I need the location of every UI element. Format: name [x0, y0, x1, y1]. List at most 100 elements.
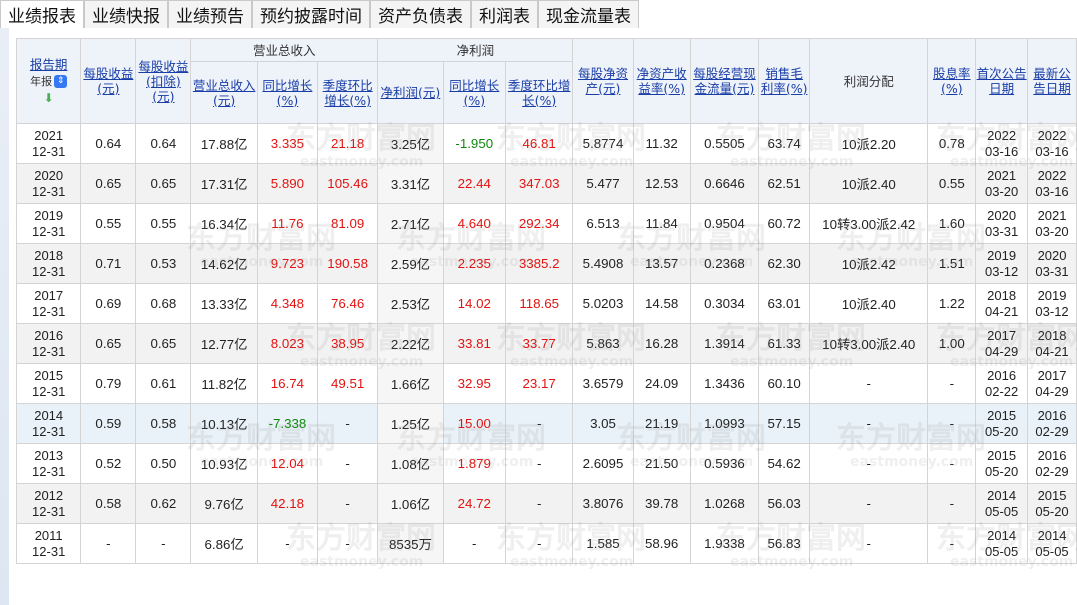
- table-row: 2018 12-31 0.71 0.53 14.62亿 9.723 190.58 2.59亿 2…: [16, 243, 1077, 284]
- table-row: 2011 12-31- -6.86亿 - -8535万 - -1.585 58.96 1.933…: [16, 523, 1077, 564]
- sort-eps-deducted[interactable]: 每股收益(扣除)(元): [138, 59, 188, 104]
- gross-margin-cell: 57.15: [758, 403, 811, 444]
- first-announce-cell-year: 2016: [987, 367, 1017, 383]
- latest-announce-cell-monthday: 03-20: [1035, 223, 1069, 239]
- sort-first-announce[interactable]: 首次公告日期: [977, 66, 1027, 96]
- sort-revenue-yoy[interactable]: 同比增长(%): [262, 78, 312, 108]
- first-announce-cell-monthday: 05-20: [985, 423, 1019, 439]
- sort-gross-margin[interactable]: 销售毛利率(%): [761, 66, 808, 96]
- sort-revenue[interactable]: 营业总收入(元): [193, 78, 256, 108]
- period-type-select[interactable]: 年报 ⇕: [30, 74, 68, 89]
- tab-balance-sheet[interactable]: 资产负债表: [370, 0, 471, 28]
- report-period-cell-monthday: 12-31: [32, 343, 66, 359]
- ocfps-cell: 1.3436: [689, 363, 760, 404]
- revenue-cell: 16.34亿: [190, 203, 258, 244]
- table-row: 2020 12-31 0.65 0.65 17.31亿 5.890 105.46 3.31亿 2…: [16, 163, 1077, 204]
- revenue-cell: 17.31亿: [190, 163, 258, 204]
- tab-performance-express[interactable]: 业绩快报: [84, 0, 168, 28]
- bvps-cell: 3.6579: [572, 363, 634, 404]
- first-announce-cell: 2015 05-20: [975, 443, 1029, 484]
- first-announce-cell-monthday: 03-12: [985, 263, 1019, 279]
- bvps-cell: 1.585: [572, 523, 634, 564]
- report-period-cell: 2017 12-31: [16, 283, 82, 324]
- latest-announce-cell: 2019 03-12: [1027, 283, 1077, 324]
- header-profit-qoq: 季度环比增长(%): [504, 61, 574, 124]
- sort-latest-announce[interactable]: 最新公告日期: [1033, 66, 1071, 96]
- first-announce-cell-monthday: 03-31: [985, 223, 1019, 239]
- sort-roe[interactable]: 净资产收益率(%): [637, 66, 687, 96]
- sort-desc-arrow-icon: ⬇: [43, 90, 54, 105]
- latest-announce-cell-year: 2017: [1037, 367, 1067, 383]
- report-period-cell: 2013 12-31: [16, 443, 82, 484]
- eps-deducted-cell: 0.58: [135, 403, 192, 444]
- profit-yoy-cell: 24.72: [442, 483, 506, 524]
- sort-eps[interactable]: 每股收益(元): [83, 66, 133, 96]
- latest-announce-cell: 2014 05-05: [1027, 523, 1077, 564]
- profit-qoq-cell: 347.03: [504, 163, 574, 204]
- dividend-yield-cell: -: [927, 403, 977, 444]
- sort-ocfps[interactable]: 每股经营现金流量(元): [693, 66, 756, 96]
- revenue-yoy-cell: 11.76: [256, 203, 319, 244]
- first-announce-cell: 2021 03-20: [975, 163, 1029, 204]
- profit-qoq-cell: 292.34: [504, 203, 574, 244]
- tab-cash-flow[interactable]: 现金流量表: [538, 0, 639, 28]
- gross-margin-cell: 63.74: [758, 123, 811, 164]
- first-announce-cell-year: 2018: [987, 287, 1017, 303]
- latest-announce-cell-year: 2015: [1037, 487, 1067, 503]
- revenue-yoy-cell: 4.348: [256, 283, 319, 324]
- sort-report-period[interactable]: 报告期: [30, 57, 68, 72]
- net-profit-cell: 2.22亿: [377, 323, 444, 364]
- revenue-cell: 6.86亿: [190, 523, 258, 564]
- table-row: 2016 12-31 0.65 0.65 12.77亿 8.023 38.95 2.22亿 33…: [16, 323, 1077, 364]
- tab-performance-forecast[interactable]: 业绩预告: [168, 0, 252, 28]
- report-period-cell-monthday: 12-31: [32, 423, 66, 439]
- bvps-cell: 5.4908: [572, 243, 634, 284]
- table-row: 2012 12-31 0.58 0.62 9.76亿 42.18-1.06亿 24.72-3…: [16, 483, 1077, 524]
- sort-revenue-qoq[interactable]: 季度环比增长(%): [323, 78, 373, 108]
- report-period-cell-year: 2013: [34, 447, 64, 463]
- eps-deducted-cell: 0.61: [135, 363, 192, 404]
- eps-deducted-cell: 0.65: [135, 323, 192, 364]
- latest-announce-cell-monthday: 03-16: [1035, 183, 1069, 199]
- dividend-plan-cell: -: [809, 403, 929, 444]
- profit-qoq-cell: -: [504, 483, 574, 524]
- revenue-cell: 9.76亿: [190, 483, 258, 524]
- header-first-announce: 首次公告日期: [975, 38, 1029, 124]
- profit-yoy-cell: 22.44: [442, 163, 506, 204]
- table-row: 2015 12-31 0.79 0.61 11.82亿 16.74 49.51 1.66亿 32…: [16, 363, 1077, 404]
- table-row: 2017 12-31 0.69 0.68 13.33亿 4.348 76.46 2.53亿 14…: [16, 283, 1077, 324]
- sort-profit-qoq[interactable]: 季度环比增长(%): [508, 78, 571, 108]
- revenue-qoq-cell: -: [317, 483, 379, 524]
- first-announce-cell-monthday: 05-05: [985, 543, 1019, 559]
- latest-announce-cell-monthday: 04-21: [1035, 343, 1069, 359]
- revenue-cell: 12.77亿: [190, 323, 258, 364]
- eps-cell: 0.65: [80, 163, 137, 204]
- report-period-cell-year: 2019: [34, 207, 64, 223]
- sort-bvps[interactable]: 每股净资产(元): [578, 66, 628, 96]
- latest-announce-cell-year: 2018: [1037, 327, 1067, 343]
- ocfps-cell: 0.6646: [689, 163, 760, 204]
- sort-net-profit[interactable]: 净利润(元): [381, 85, 441, 100]
- dividend-plan-cell: -: [809, 523, 929, 564]
- dividend-yield-cell: 1.51: [927, 243, 977, 284]
- gross-margin-cell: 60.72: [758, 203, 811, 244]
- bvps-cell: 2.6095: [572, 443, 634, 484]
- latest-announce-cell-monthday: 02-29: [1035, 423, 1069, 439]
- eps-cell: 0.71: [80, 243, 137, 284]
- tab-income-statement[interactable]: 利润表: [471, 0, 538, 28]
- header-revenue: 营业总收入(元): [190, 61, 258, 124]
- tab-disclosure-schedule[interactable]: 预约披露时间: [252, 0, 370, 28]
- sort-dividend-yield[interactable]: 股息率(%): [933, 66, 971, 96]
- revenue-yoy-cell: -7.338: [256, 403, 319, 444]
- revenue-cell: 13.33亿: [190, 283, 258, 324]
- tab-performance-report[interactable]: 业绩报表: [0, 0, 84, 28]
- revenue-qoq-cell: 105.46: [317, 163, 379, 204]
- first-announce-cell-monthday: 05-05: [985, 503, 1019, 519]
- bvps-cell: 5.8774: [572, 123, 634, 164]
- first-announce-cell: 2020 03-31: [975, 203, 1029, 244]
- net-profit-cell: 2.59亿: [377, 243, 444, 284]
- report-period-cell-monthday: 12-31: [32, 303, 66, 319]
- sort-profit-yoy[interactable]: 同比增长(%): [449, 78, 499, 108]
- header-eps-deducted: 每股收益(扣除)(元): [135, 38, 192, 124]
- roe-cell: 13.57: [632, 243, 691, 284]
